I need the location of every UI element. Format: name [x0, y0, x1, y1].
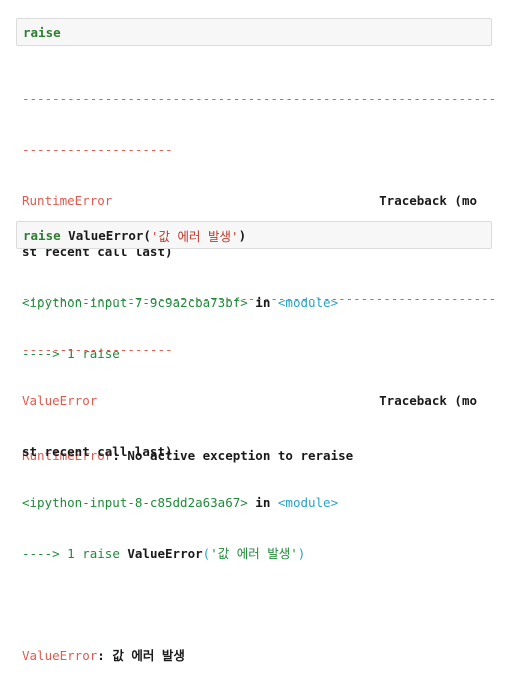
- ipython-input-line: <ipython-input-8-c85dd2a63a67> in <modul…: [22, 494, 492, 511]
- error-message-sep: :: [97, 648, 113, 663]
- arrow-paren-open: (: [202, 546, 211, 561]
- raise-keyword: raise: [23, 24, 61, 40]
- raise-keyword: raise: [23, 227, 61, 243]
- arrow-prefix: ----> 1: [22, 546, 83, 561]
- arrow-code-keyword: raise: [82, 546, 120, 561]
- cell-2-input[interactable]: raise ValueError('값 에러 발생'): [16, 221, 492, 249]
- code-text: ValueError(: [60, 227, 151, 243]
- arrow-paren-close: ): [297, 546, 306, 561]
- string-literal: '값 에러 발생': [150, 228, 239, 244]
- error-message-name: ValueError: [22, 648, 98, 663]
- error-message-line: ValueError: 값 에러 발생: [22, 647, 492, 664]
- error-name: RuntimeError: [22, 193, 113, 208]
- code-text: ): [238, 227, 247, 243]
- traceback-header: RuntimeError Traceback (mo: [22, 192, 477, 209]
- traceback-continuation: st recent call last): [22, 444, 173, 459]
- error-name: ValueError: [22, 393, 98, 408]
- error-message-text: 값 에러 발생: [112, 648, 185, 663]
- separator-short: --------------------: [22, 142, 173, 157]
- traceback-header: ValueError Traceback (mo: [22, 392, 477, 409]
- separator-short: --------------------: [22, 342, 173, 357]
- arrow-code-rest: ValueError: [119, 546, 203, 561]
- cell-2-output: ----------------------------------------…: [22, 256, 497, 681]
- module-text: <module>: [277, 495, 339, 510]
- traceback-label: Traceback (mo: [379, 393, 477, 408]
- cell-1-input[interactable]: raise: [16, 18, 492, 46]
- traceback-label: Traceback (mo: [379, 193, 477, 208]
- arrow-string: '값 에러 발생': [210, 546, 298, 561]
- separator-long: ----------------------------------------…: [22, 91, 497, 106]
- separator-long: ----------------------------------------…: [22, 291, 497, 306]
- arrow-line: ----> 1 raise ValueError('값 에러 발생'): [22, 545, 492, 562]
- ipython-input-ref: <ipython-input-8-c85dd2a63a67>: [22, 495, 248, 510]
- in-text: in: [247, 495, 278, 510]
